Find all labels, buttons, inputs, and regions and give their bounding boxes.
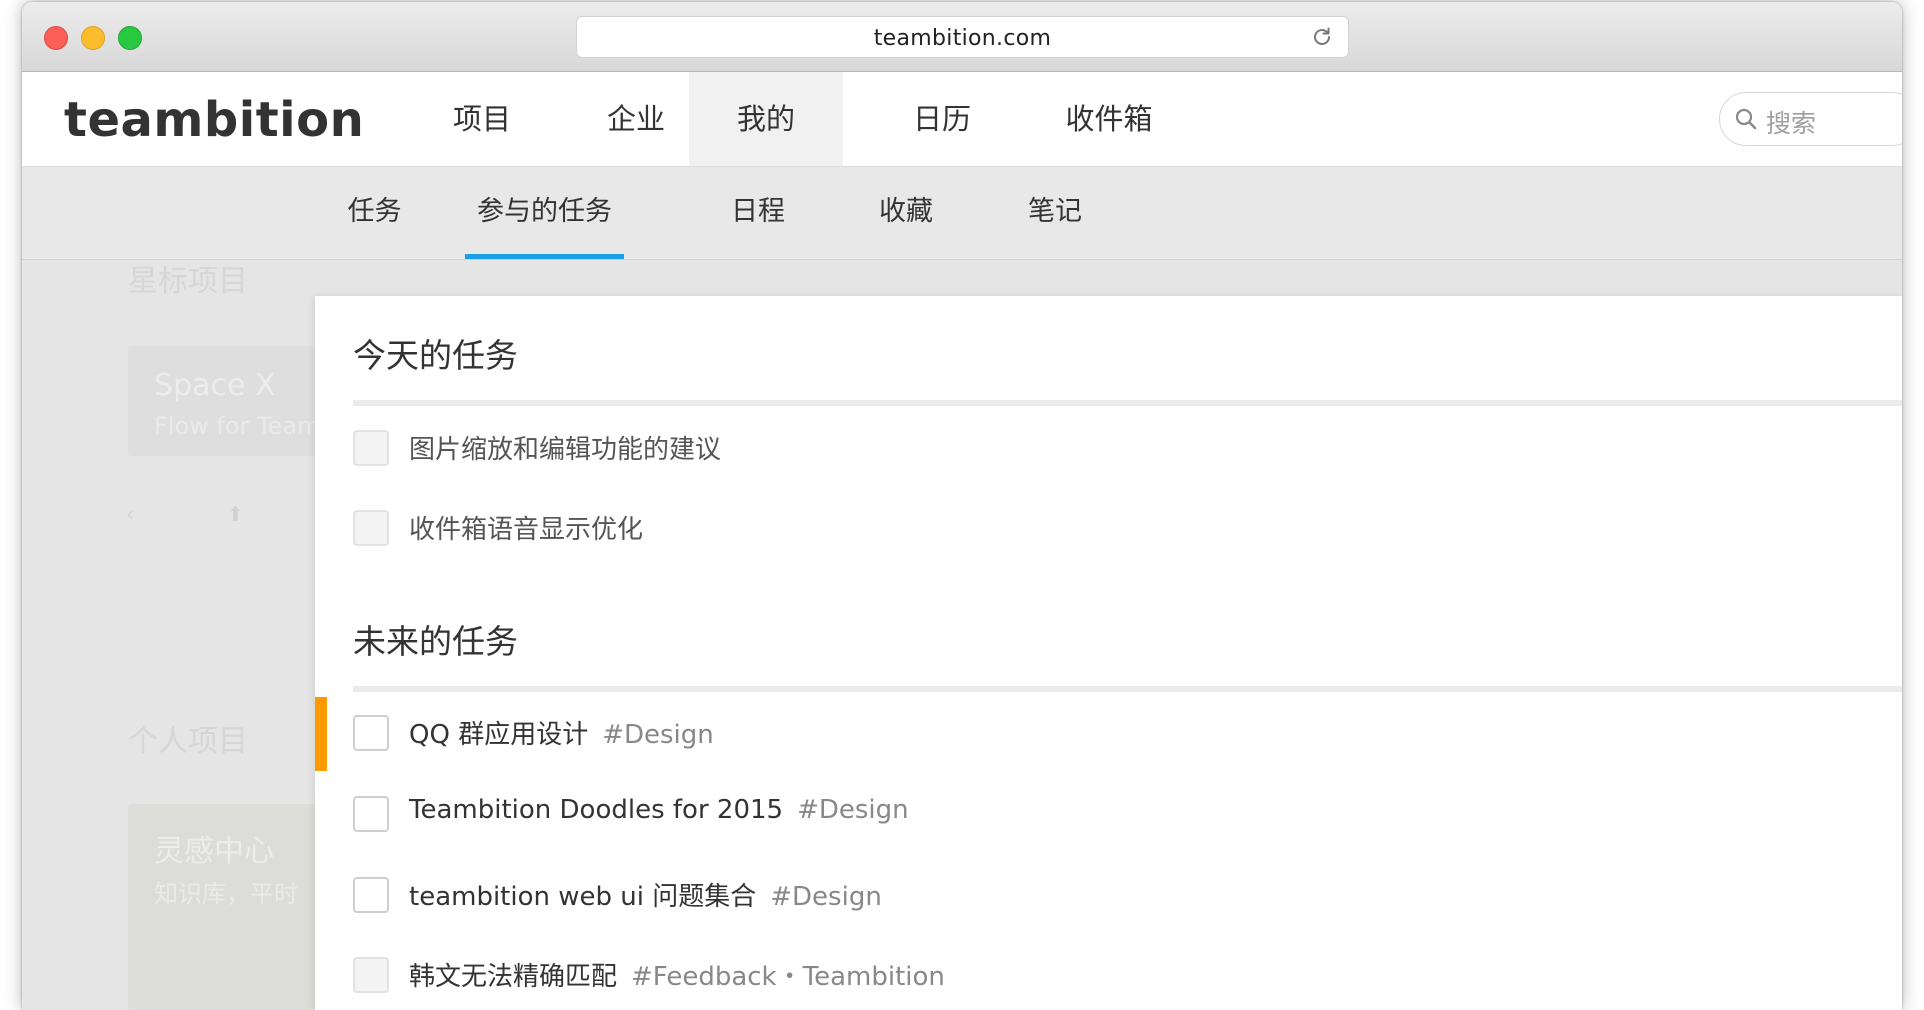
tab-label: 笔记 <box>1028 196 1082 227</box>
task-title-text: 收件箱语音显示优化 <box>409 515 644 545</box>
personal-project-card[interactable]: 灵感中心 知识库，平时 <box>128 804 328 1010</box>
reload-icon[interactable] <box>1310 25 1334 49</box>
tab-label: 日程 <box>731 196 785 227</box>
task-checkbox[interactable] <box>353 877 389 913</box>
task-title: Teambition Doodles for 2015 #Design <box>409 795 909 825</box>
nav-item-calendar[interactable]: 日历 <box>877 72 1007 166</box>
browser-window: teambition.com teambition 项目 企业 我的 日历 收件… <box>22 2 1902 1010</box>
nav-item-inbox[interactable]: 收件箱 <box>1023 72 1195 166</box>
minimize-window-button[interactable] <box>81 26 105 50</box>
future-tasks-heading: 未来的任务 <box>353 622 518 661</box>
priority-indicator <box>315 697 327 771</box>
task-title-text: QQ 群应用设计 <box>409 720 589 750</box>
search-input[interactable]: 搜索 <box>1719 92 1902 146</box>
task-checkbox[interactable] <box>353 796 389 832</box>
task-checkbox[interactable] <box>353 957 389 993</box>
personal-projects-heading: 个人项目 <box>128 724 248 759</box>
nav-item-label: 收件箱 <box>1065 102 1153 136</box>
task-title-text: teambition web ui 问题集合 <box>409 882 757 912</box>
tab-schedule[interactable]: 日程 <box>708 167 808 259</box>
task-title-text: Teambition Doodles for 2015 <box>409 795 784 825</box>
project-card-subtitle: Flow for Team <box>154 412 321 440</box>
tab-notes[interactable]: 笔记 <box>1005 167 1105 259</box>
tab-label: 收藏 <box>879 196 933 227</box>
nav-item-label: 我的 <box>736 102 795 136</box>
search-placeholder: 搜索 <box>1766 109 1817 138</box>
task-row[interactable]: 图片缩放和编辑功能的建议 <box>315 412 1902 482</box>
task-checkbox[interactable] <box>353 430 389 466</box>
task-tag[interactable]: #Design <box>770 882 882 912</box>
project-card-subtitle: 知识库，平时 <box>154 880 298 908</box>
task-title: QQ 群应用设计 #Design <box>409 714 714 751</box>
close-window-button[interactable] <box>44 26 68 50</box>
nav-item-enterprise[interactable]: 企业 <box>571 72 701 166</box>
task-row[interactable]: teambition web ui 问题集合 #Design <box>315 859 1902 929</box>
sub-navigation: 任务 参与的任务 日程 收藏 笔记 <box>22 167 1902 260</box>
tab-involved-tasks[interactable]: 参与的任务 <box>465 167 624 259</box>
starred-project-card[interactable]: Space X Flow for Team <box>128 346 328 456</box>
task-tag[interactable]: #Design <box>602 720 714 750</box>
nav-item-mine[interactable]: 我的 <box>689 72 843 166</box>
task-title: 图片缩放和编辑功能的建议 <box>409 429 721 466</box>
task-panel: 今天的任务 图片缩放和编辑功能的建议 收件箱语音显示优化 未来的任务 QQ 群应… <box>315 296 1902 1010</box>
task-title: 韩文无法精确匹配 #Feedback・Teambition <box>409 956 945 993</box>
task-row[interactable]: Teambition Doodles for 2015 #Design <box>315 778 1902 848</box>
pin-icon: ⬆ <box>227 502 244 526</box>
task-tag[interactable]: #Feedback・Teambition <box>631 962 945 992</box>
address-bar[interactable]: teambition.com <box>576 16 1349 58</box>
nav-item-label: 项目 <box>452 102 511 136</box>
search-icon <box>1735 108 1757 130</box>
star-icon: ‹ <box>126 502 134 526</box>
section-divider <box>353 400 1902 406</box>
task-row[interactable]: QQ 群应用设计 #Design <box>315 697 1902 771</box>
starred-projects-heading: 星标项目 <box>128 264 248 299</box>
nav-item-label: 日历 <box>912 102 971 136</box>
section-divider <box>353 686 1902 692</box>
task-row[interactable]: 韩文无法精确匹配 #Feedback・Teambition <box>315 939 1902 1009</box>
task-title: teambition web ui 问题集合 #Design <box>409 876 882 913</box>
tab-favorites[interactable]: 收藏 <box>856 167 956 259</box>
task-checkbox[interactable] <box>353 715 389 751</box>
project-card-title: Space X <box>154 368 276 403</box>
nav-item-label: 企业 <box>606 102 665 136</box>
task-tag[interactable]: #Design <box>797 795 909 825</box>
nav-item-projects[interactable]: 项目 <box>417 72 547 166</box>
maximize-window-button[interactable] <box>118 26 142 50</box>
tab-label: 任务 <box>347 196 402 227</box>
tab-tasks[interactable]: 任务 <box>322 167 427 259</box>
tab-label: 参与的任务 <box>477 196 612 227</box>
app-header: teambition 项目 企业 我的 日历 收件箱 搜索 <box>22 72 1902 167</box>
today-tasks-heading: 今天的任务 <box>353 336 518 375</box>
teambition-logo[interactable]: teambition <box>64 92 364 148</box>
task-row[interactable]: 收件箱语音显示优化 <box>315 492 1902 562</box>
task-checkbox[interactable] <box>353 510 389 546</box>
task-title-text: 韩文无法精确匹配 <box>409 962 618 992</box>
browser-titlebar: teambition.com <box>22 2 1902 72</box>
task-title-text: 图片缩放和编辑功能的建议 <box>409 435 722 465</box>
url-text: teambition.com <box>873 26 1052 51</box>
task-title: 收件箱语音显示优化 <box>409 509 643 546</box>
project-card-title: 灵感中心 <box>154 834 274 869</box>
